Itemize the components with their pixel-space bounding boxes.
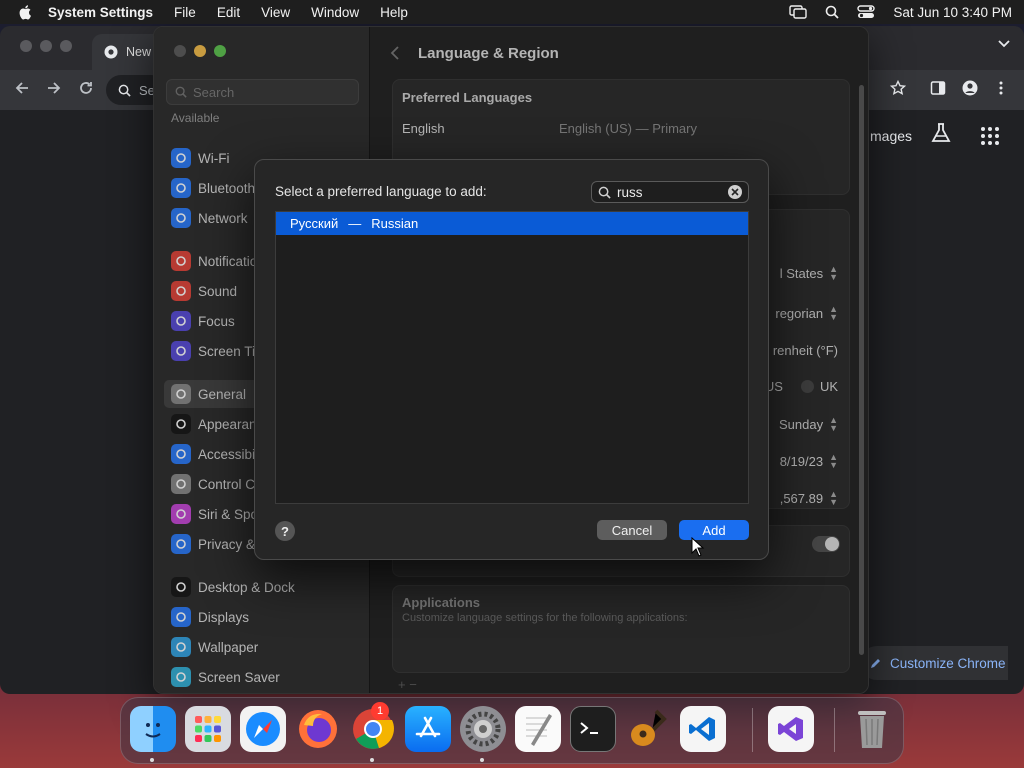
garageband-icon[interactable]: [625, 706, 671, 752]
language-search-field[interactable]: russ: [591, 181, 749, 203]
language-search-value: russ: [617, 184, 643, 200]
apple-menu-icon[interactable]: [18, 4, 34, 20]
screen-mirroring-icon[interactable]: [789, 5, 808, 19]
tab-search-chevron-icon[interactable]: [998, 40, 1010, 48]
dock-separator: [752, 708, 753, 752]
textedit-icon[interactable]: [515, 706, 561, 752]
trash-icon[interactable]: [849, 706, 895, 752]
running-indicator: [370, 758, 374, 762]
language-native-name: Русский: [290, 216, 339, 231]
finder-icon[interactable]: [130, 706, 176, 752]
vscode-icon[interactable]: [680, 706, 726, 752]
app-store-icon[interactable]: [405, 706, 451, 752]
language-separator: —: [348, 216, 362, 231]
menu-help[interactable]: Help: [380, 5, 408, 20]
system-settings-icon[interactable]: [460, 706, 506, 752]
running-indicator: [150, 758, 154, 762]
terminal-icon[interactable]: [570, 706, 616, 752]
running-indicator: [480, 758, 484, 762]
omnibox-search-icon: [118, 84, 131, 97]
chrome-traffic-lights[interactable]: [20, 40, 72, 52]
control-center-icon[interactable]: [857, 5, 876, 19]
language-results-list: Русский — Russian: [275, 211, 749, 504]
google-apps-icon[interactable]: [980, 126, 1000, 146]
labs-flask-icon[interactable]: [930, 122, 952, 144]
notification-badge: 1: [371, 702, 389, 720]
chrome-favicon-icon: [104, 45, 118, 59]
add-button[interactable]: Add: [679, 520, 749, 540]
cancel-button[interactable]: Cancel: [597, 520, 667, 540]
language-english-name: Russian: [371, 216, 419, 231]
dock-separator: [834, 708, 835, 752]
help-button[interactable]: ?: [275, 521, 295, 541]
search-icon: [598, 186, 611, 199]
pencil-icon: [871, 659, 880, 668]
profile-icon[interactable]: [962, 80, 978, 96]
chrome-menu-icon[interactable]: [998, 80, 1004, 96]
menu-file[interactable]: File: [174, 5, 196, 20]
bookmark-star-icon[interactable]: [890, 80, 906, 96]
clear-search-icon[interactable]: [728, 185, 742, 199]
dock: [120, 697, 904, 764]
menu-window[interactable]: Window: [311, 5, 359, 20]
mouse-pointer-icon: [691, 537, 705, 557]
chrome-tab-title: New: [126, 45, 152, 59]
reload-icon[interactable]: [78, 80, 94, 96]
menu-bar: System Settings File Edit View Window He…: [0, 0, 1024, 24]
side-panel-icon[interactable]: [930, 80, 946, 96]
firefox-icon[interactable]: [295, 706, 341, 752]
google-images-link[interactable]: mages: [870, 128, 912, 144]
language-result-row[interactable]: Русский — Russian: [276, 212, 748, 235]
add-language-sheet: Select a preferred language to add: russ…: [254, 159, 769, 560]
menu-app-name[interactable]: System Settings: [48, 5, 153, 20]
menu-edit[interactable]: Edit: [217, 5, 240, 20]
customize-chrome-label: Customize Chrome: [890, 655, 1006, 671]
customize-chrome-button[interactable]: Customize Chrome: [860, 646, 1008, 680]
forward-arrow-icon[interactable]: [46, 80, 62, 96]
spotlight-search-icon[interactable]: [825, 5, 840, 19]
back-arrow-icon[interactable]: [14, 80, 30, 96]
launchpad-icon[interactable]: [185, 706, 231, 752]
sheet-prompt: Select a preferred language to add:: [275, 184, 487, 199]
menu-view[interactable]: View: [261, 5, 290, 20]
safari-icon[interactable]: [240, 706, 286, 752]
menu-clock[interactable]: Sat Jun 10 3:40 PM: [893, 5, 1012, 20]
visual-studio-icon[interactable]: [768, 706, 814, 752]
